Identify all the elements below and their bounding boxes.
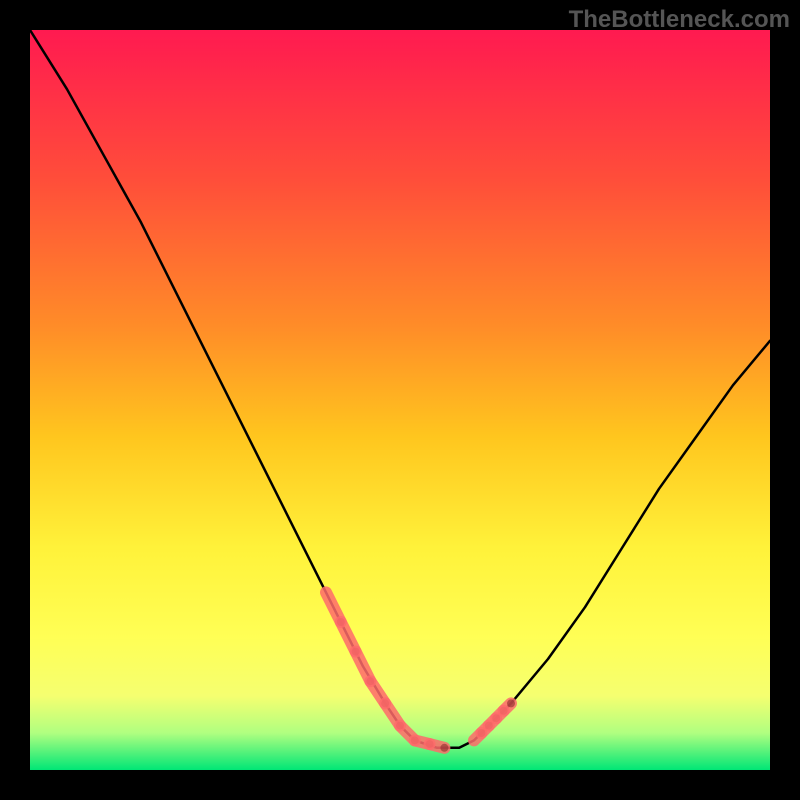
- plot-area: [30, 30, 770, 770]
- highlight-joint: [440, 744, 448, 752]
- gradient-background: [30, 30, 770, 770]
- chart-svg: [30, 30, 770, 770]
- highlight-joint: [507, 699, 515, 707]
- watermark-text: TheBottleneck.com: [569, 6, 790, 34]
- chart-container: TheBottleneck.com: [0, 0, 800, 800]
